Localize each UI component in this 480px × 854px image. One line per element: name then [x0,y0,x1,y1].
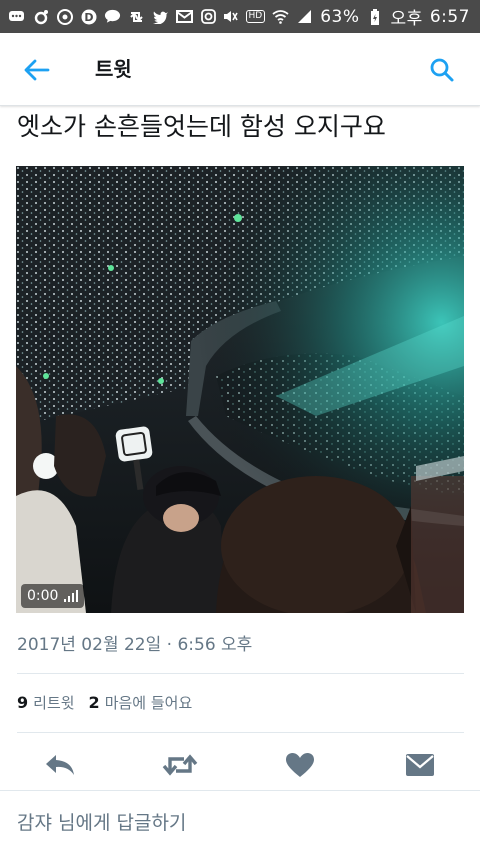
status-bar: D HD 63% 오후 6:57 [0,0,480,33]
reply-composer[interactable]: 감쟈 님에게 답글하기 [0,790,480,854]
clock-time: 6:57 [429,6,470,27]
twitter-icon [152,9,169,24]
tweet-video[interactable] [16,166,464,613]
page-title: 트윗 [95,57,132,81]
svg-text:D: D [84,11,93,24]
retweet-notification-icon [128,9,145,24]
notification-icons: D [8,8,217,25]
reply-icon [46,755,74,775]
video-thumbnail [16,166,464,613]
video-duration: 0:00 [27,588,59,604]
wifi-icon [272,9,289,24]
direct-message-button[interactable] [402,749,438,781]
mute-icon [222,9,239,24]
hd-voice-icon: HD [245,10,266,23]
battery-icon [367,8,384,25]
retweet-icon [162,754,198,776]
like-button[interactable] [282,749,318,781]
envelope-icon [406,754,434,776]
google-photos-icon [56,8,73,25]
search-button[interactable] [426,54,458,86]
heart-icon [286,753,314,777]
tweet-timestamp: 2017년 02월 22일 · 6:56 오후 [17,635,253,655]
arrow-left-icon [24,59,50,81]
reply-button[interactable] [42,749,78,781]
kakaotalk-icon [104,9,121,24]
mail-icon [176,9,193,24]
retweet-button[interactable] [162,749,198,781]
o-icon [32,9,49,24]
tweet-stats: 9 리트윗 2 마음에 들어요 [17,691,192,715]
divider [17,673,464,674]
like-count-label[interactable]: 마음에 들어요 [105,691,193,715]
clock-ampm: 오후 [390,9,423,29]
signal-icon [296,9,313,24]
search-icon [430,58,454,82]
instagram-icon [200,9,217,24]
app-bar: 트윗 [0,33,480,106]
message-icon [8,9,25,24]
signal-bars-icon [64,590,79,602]
like-count[interactable]: 2 [89,691,100,715]
retweet-count[interactable]: 9 [17,691,28,715]
battery-percent: 63% [320,6,360,27]
system-status: HD 63% 오후 6:57 [222,4,470,29]
d-app-icon: D [80,9,97,24]
video-duration-badge: 0:00 [21,584,85,608]
divider [17,732,464,733]
tweet-text: 엣소가 손흔들엇는데 함성 오지구요 [17,112,386,141]
tweet-actions [0,741,480,789]
back-button[interactable] [22,55,52,85]
retweet-count-label[interactable]: 리트윗 [33,691,74,715]
reply-input[interactable]: 감쟈 님에게 답글하기 [17,809,186,837]
